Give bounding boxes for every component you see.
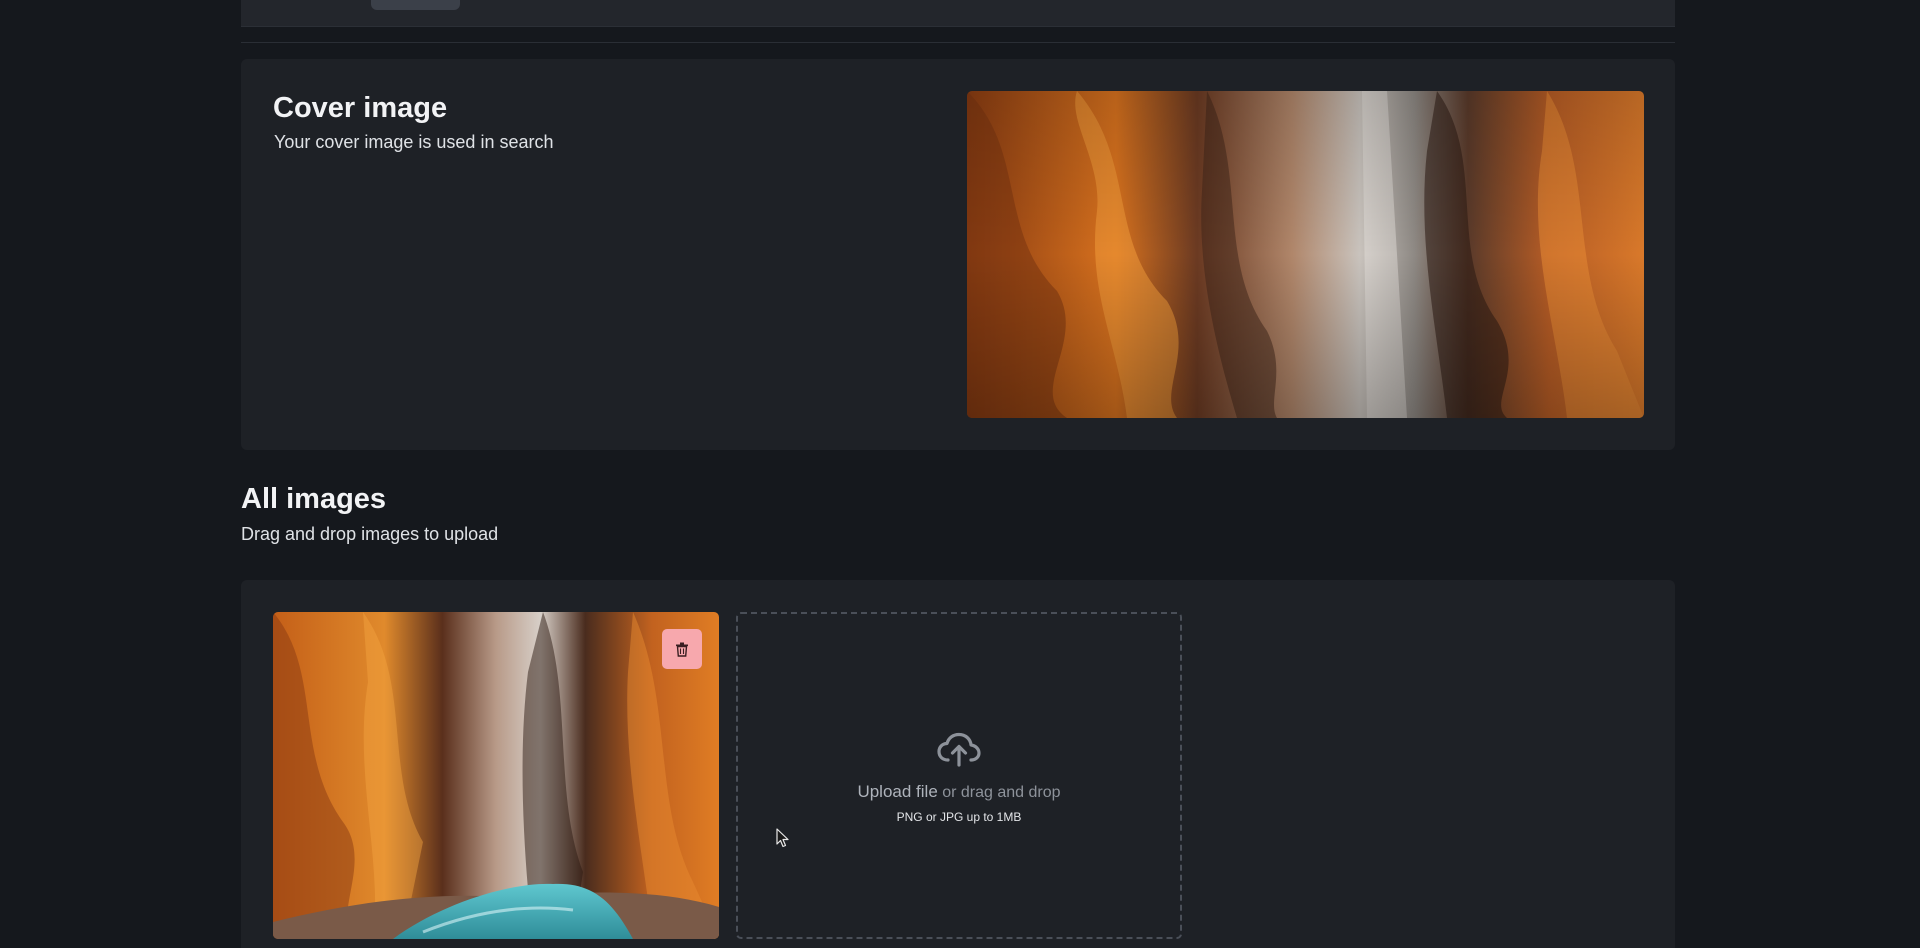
cover-image-preview[interactable] [967,91,1644,418]
cover-image-card: Cover image Your cover image is used in … [241,59,1675,450]
cover-image-title: Cover image [273,92,448,124]
top-toolbar [241,0,1675,27]
upload-file-hint: PNG or JPG up to 1MB [896,810,1022,824]
upload-file-link[interactable]: Upload file [857,782,937,801]
canyon-photo-with-river [273,612,719,939]
mouse-cursor-icon [776,828,789,848]
cover-image-subtitle: Your cover image is used in search [274,132,554,152]
all-images-card: Upload file or drag and drop PNG or JPG … [241,580,1675,948]
upload-instructions: Upload file or drag and drop [738,782,1180,802]
all-images-title: All images [241,483,387,515]
section-divider [241,42,1675,43]
all-images-subtitle: Drag and drop images to upload [241,524,499,544]
canyon-photo [967,91,1644,418]
upload-drag-text: or drag and drop [937,784,1061,801]
trash-icon [676,642,688,657]
delete-image-button[interactable] [662,629,702,669]
toolbar-tab[interactable] [371,0,460,10]
upload-dropzone[interactable]: Upload file or drag and drop PNG or JPG … [736,612,1182,939]
cloud-upload-icon [937,732,981,767]
page: Cover image Your cover image is used in … [0,0,1920,948]
image-thumbnail[interactable] [273,612,719,939]
